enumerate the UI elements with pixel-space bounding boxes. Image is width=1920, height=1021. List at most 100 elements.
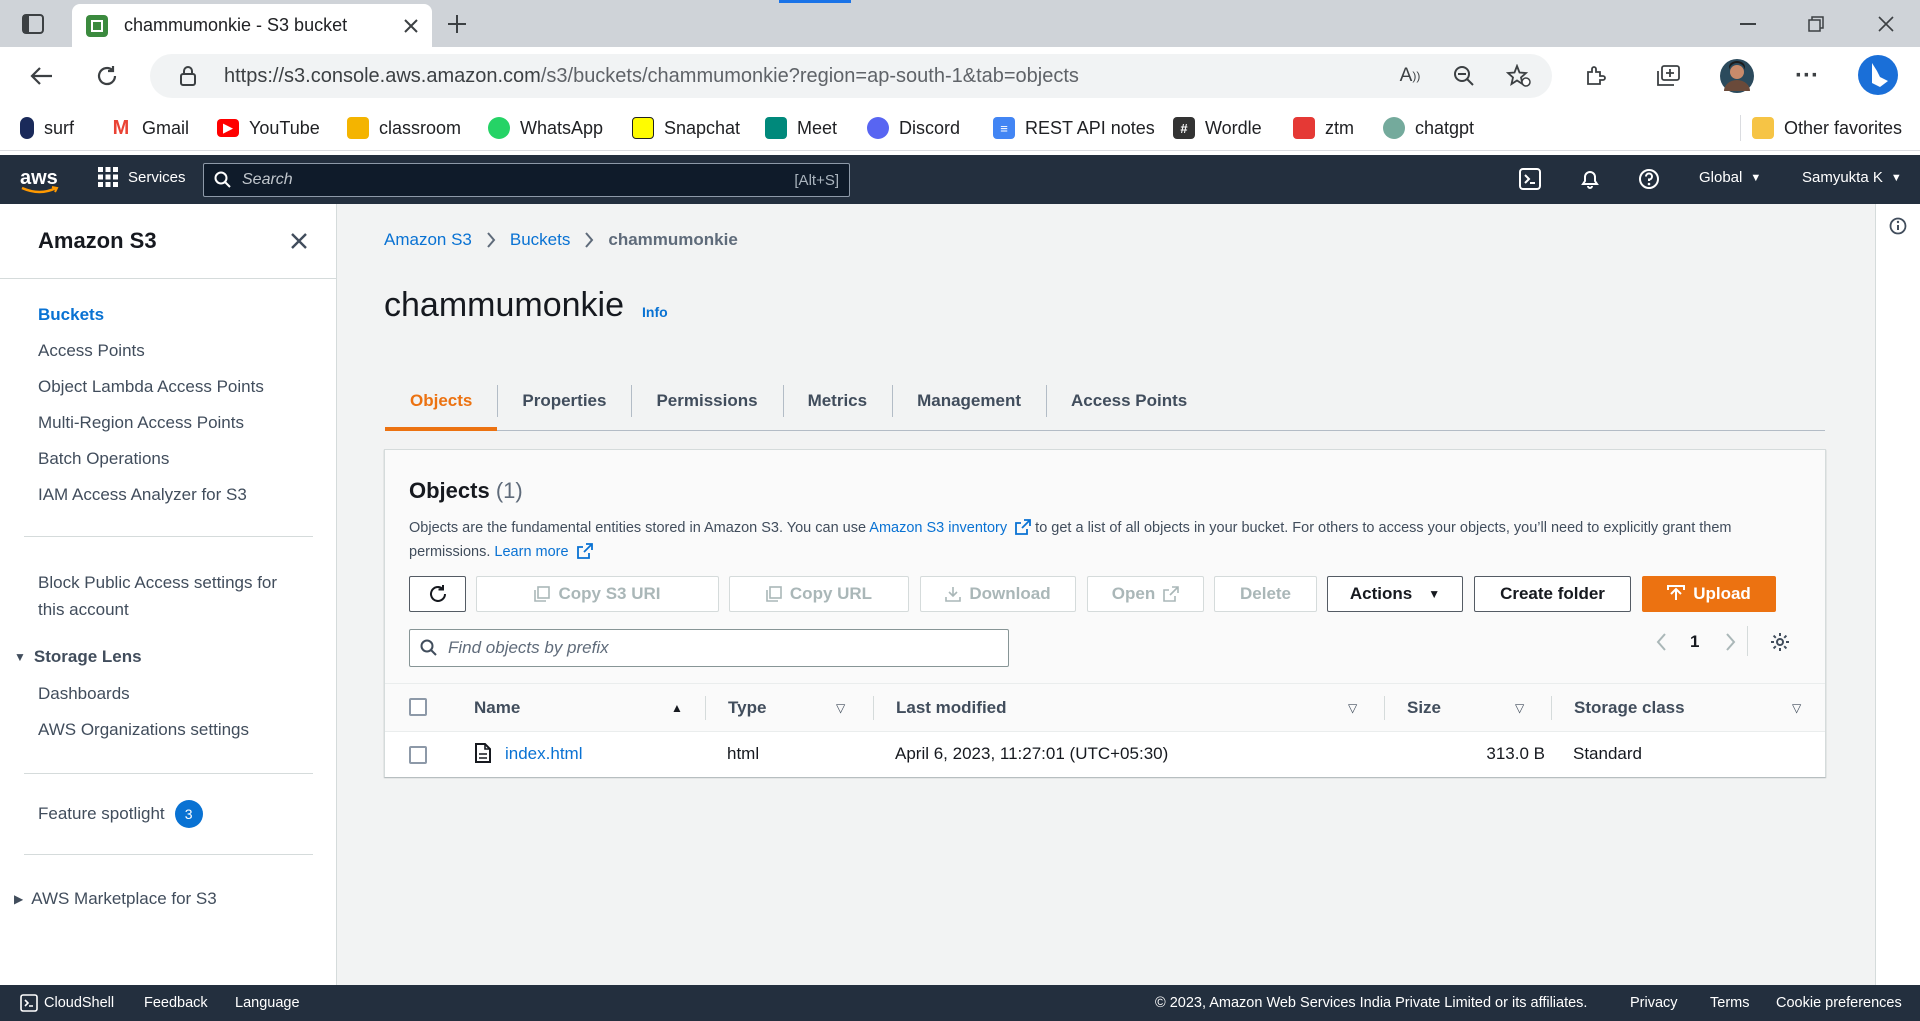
refresh-icon[interactable] <box>94 64 120 88</box>
tab-properties[interactable]: Properties <box>497 371 631 430</box>
sidebar-item-batch-operations[interactable]: Batch Operations <box>38 449 169 469</box>
copy-url-button[interactable]: Copy URL <box>729 576 909 612</box>
sidebar-section-marketplace[interactable]: ▶ AWS Marketplace for S3 <box>14 889 217 909</box>
bookmark-ztm[interactable]: ztm <box>1293 115 1354 141</box>
breadcrumb-buckets[interactable]: Buckets <box>510 230 570 250</box>
bookmark-youtube[interactable]: ▶ YouTube <box>217 115 320 141</box>
collections-icon[interactable] <box>1655 64 1681 88</box>
privacy-link[interactable]: Privacy <box>1630 995 1678 1011</box>
object-name-link[interactable]: index.html <box>505 744 582 764</box>
bookmark-chatgpt[interactable]: chatgpt <box>1383 115 1474 141</box>
tab-actions-icon[interactable] <box>20 12 46 36</box>
upload-button[interactable]: Upload <box>1642 576 1776 612</box>
bookmark-classroom[interactable]: classroom <box>347 115 461 141</box>
bookmark-snapchat[interactable]: Snapchat <box>632 115 740 141</box>
info-link[interactable]: Info <box>642 304 668 320</box>
tab-metrics[interactable]: Metrics <box>782 371 893 430</box>
sidebar-divider <box>24 536 313 537</box>
column-header-storage-class[interactable]: Storage class <box>1574 698 1685 718</box>
address-bar[interactable]: https://s3.console.aws.amazon.com/s3/buc… <box>150 54 1552 98</box>
cloudshell-link[interactable]: CloudShell <box>20 994 114 1012</box>
help-icon[interactable] <box>1638 168 1660 190</box>
profile-avatar[interactable] <box>1720 59 1754 93</box>
tab-objects[interactable]: Objects <box>385 371 498 431</box>
terms-link[interactable]: Terms <box>1710 995 1749 1011</box>
favorite-star-icon[interactable] <box>1506 64 1532 88</box>
back-icon[interactable] <box>28 64 54 88</box>
cloudshell-header-icon[interactable] <box>1519 168 1541 190</box>
sort-icon[interactable]: ▽ <box>1348 701 1357 715</box>
copy-s3-uri-button[interactable]: Copy S3 URI <box>476 576 719 612</box>
bookmark-discord[interactable]: Discord <box>867 115 960 141</box>
download-button[interactable]: Download <box>920 576 1076 612</box>
bing-chat-icon[interactable] <box>1856 53 1900 97</box>
sidebar-item-iam-access-analyzer[interactable]: IAM Access Analyzer for S3 <box>38 485 247 505</box>
sidebar-item-access-points[interactable]: Access Points <box>38 341 145 361</box>
sidebar-item-organizations-settings[interactable]: AWS Organizations settings <box>38 720 249 740</box>
more-options-icon[interactable]: ··· <box>1795 62 1819 89</box>
bookmark-other-favorites[interactable]: Other favorites <box>1752 115 1902 141</box>
restore-icon[interactable] <box>1804 12 1828 36</box>
cookie-preferences-link[interactable]: Cookie preferences <box>1776 995 1902 1011</box>
bookmark-wordle[interactable]: # Wordle <box>1173 115 1262 141</box>
sort-icon[interactable]: ▽ <box>1515 701 1524 715</box>
sidebar-item-buckets[interactable]: Buckets <box>38 305 104 325</box>
close-sidebar-icon[interactable] <box>290 232 308 250</box>
current-page[interactable]: 1 <box>1690 632 1699 652</box>
sidebar-item-multi-region-access-points[interactable]: Multi-Region Access Points <box>38 413 244 433</box>
close-window-icon[interactable] <box>1874 12 1898 36</box>
row-checkbox[interactable] <box>409 746 427 764</box>
sidebar-item-dashboards[interactable]: Dashboards <box>38 684 130 704</box>
read-aloud-icon[interactable]: A)) <box>1398 64 1422 88</box>
language-link[interactable]: Language <box>235 995 300 1011</box>
extensions-icon[interactable] <box>1583 64 1607 88</box>
aws-logo[interactable]: aws <box>20 167 60 194</box>
previous-page-icon[interactable] <box>1655 632 1667 652</box>
tab-management[interactable]: Management <box>892 371 1046 430</box>
sort-icon[interactable]: ▽ <box>836 701 845 715</box>
next-page-icon[interactable] <box>1725 632 1737 652</box>
account-menu[interactable]: Samyukta K ▼ <box>1802 169 1902 186</box>
bookmark-meet[interactable]: Meet <box>765 115 837 141</box>
column-header-name[interactable]: Name <box>474 698 520 718</box>
open-button[interactable]: Open <box>1087 576 1204 612</box>
s3-inventory-link[interactable]: Amazon S3 inventory <box>869 520 1007 536</box>
zoom-icon[interactable] <box>1452 64 1476 88</box>
find-objects-input[interactable]: Find objects by prefix <box>409 629 1009 667</box>
lock-icon[interactable] <box>176 64 200 88</box>
sort-ascending-icon[interactable]: ▲ <box>671 701 683 715</box>
feedback-link[interactable]: Feedback <box>144 995 208 1011</box>
info-circle-icon[interactable] <box>1889 217 1907 235</box>
column-header-size[interactable]: Size <box>1407 698 1441 718</box>
region-selector[interactable]: Global ▼ <box>1699 169 1761 186</box>
notifications-bell-icon[interactable] <box>1579 168 1601 190</box>
new-tab-icon[interactable] <box>444 12 470 36</box>
browser-tab-active[interactable]: chammumonkie - S3 bucket <box>72 4 432 47</box>
sidebar-item-block-public-access[interactable]: Block Public Access settings for this ac… <box>38 569 277 623</box>
breadcrumb-amazon-s3[interactable]: Amazon S3 <box>384 230 472 250</box>
minimize-icon[interactable] <box>1736 12 1760 36</box>
bookmark-whatsapp[interactable]: WhatsApp <box>488 115 603 141</box>
sidebar-section-storage-lens[interactable]: ▼ Storage Lens <box>14 647 142 667</box>
create-folder-button[interactable]: Create folder <box>1474 576 1631 612</box>
bookmark-rest-api-notes[interactable]: ≡ REST API notes <box>993 115 1155 141</box>
aws-logo-text: aws <box>20 167 58 189</box>
select-all-checkbox[interactable] <box>409 698 427 716</box>
settings-gear-icon[interactable] <box>1770 632 1790 652</box>
sidebar-item-object-lambda-access-points[interactable]: Object Lambda Access Points <box>38 377 264 397</box>
bookmark-gmail[interactable]: M Gmail <box>110 115 189 141</box>
refresh-button[interactable] <box>409 576 466 612</box>
delete-button[interactable]: Delete <box>1214 576 1317 612</box>
column-header-last-modified[interactable]: Last modified <box>896 698 1007 718</box>
sidebar-item-feature-spotlight[interactable]: Feature spotlight 3 <box>38 800 203 828</box>
aws-search-input[interactable]: Search [Alt+S] <box>203 163 850 197</box>
column-header-type[interactable]: Type <box>728 698 766 718</box>
learn-more-link[interactable]: Learn more <box>494 544 568 560</box>
close-tab-icon[interactable] <box>404 18 418 33</box>
actions-dropdown[interactable]: Actions ▼ <box>1327 576 1463 612</box>
bookmark-surf[interactable]: surf <box>20 115 74 141</box>
tab-permissions[interactable]: Permissions <box>631 371 782 430</box>
tab-access-points[interactable]: Access Points <box>1046 371 1212 430</box>
sort-icon[interactable]: ▽ <box>1792 701 1801 715</box>
services-menu[interactable]: Services <box>98 167 186 187</box>
